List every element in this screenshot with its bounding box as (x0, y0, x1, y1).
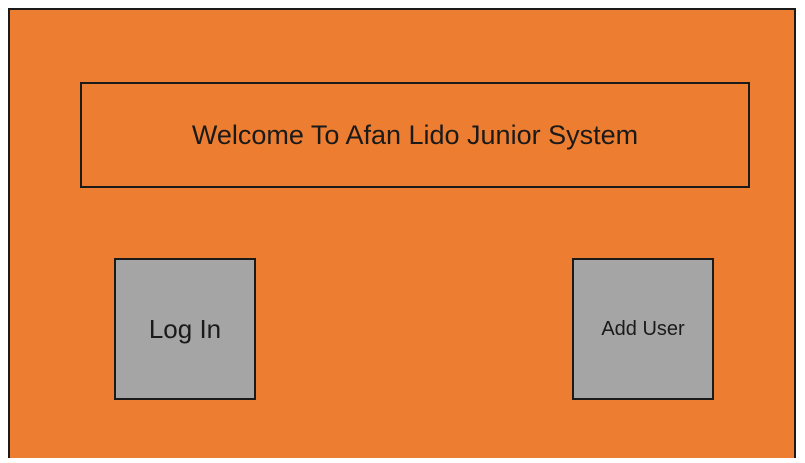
add-user-button[interactable]: Add User (572, 258, 714, 400)
title-banner: Welcome To Afan Lido Junior System (80, 82, 750, 188)
welcome-panel: Welcome To Afan Lido Junior System Log I… (8, 8, 796, 458)
login-button[interactable]: Log In (114, 258, 256, 400)
page-title: Welcome To Afan Lido Junior System (191, 119, 639, 150)
